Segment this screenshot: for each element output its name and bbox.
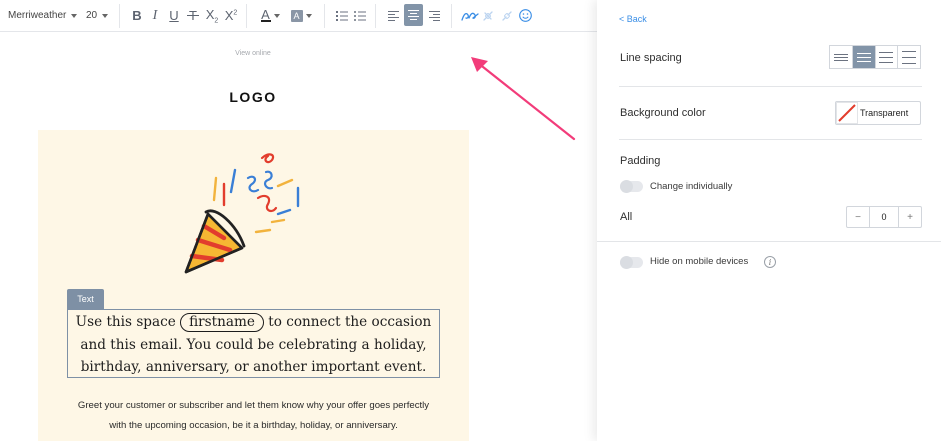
italic-icon: I xyxy=(152,7,158,23)
italic-button[interactable]: I xyxy=(147,0,163,31)
line-spacing-normal-icon xyxy=(856,52,871,62)
font-size-select[interactable]: 20 xyxy=(86,0,112,31)
party-popper-illustration xyxy=(184,153,300,274)
body-text-content: Greet your customer or subscriber and le… xyxy=(77,400,430,431)
highlight-color-button[interactable]: A xyxy=(289,0,313,31)
hide-mobile-label: Hide on mobile devices xyxy=(650,256,749,267)
back-link[interactable]: < Back xyxy=(619,14,647,24)
background-color-label: Background color xyxy=(620,107,706,119)
line-spacing-label: Line spacing xyxy=(620,52,682,64)
text-color-button[interactable]: A xyxy=(258,0,282,31)
bold-icon: B xyxy=(132,8,142,23)
strikethrough-button[interactable]: T xyxy=(185,0,201,31)
panel-divider xyxy=(619,86,922,87)
change-individually-label: Change individually xyxy=(650,181,733,192)
line-spacing-compact-icon xyxy=(833,53,848,61)
font-family-value: Merriweather xyxy=(8,10,67,21)
padding-label: Padding xyxy=(620,155,661,167)
superscript-mark: 2 xyxy=(233,9,238,17)
caret-down-icon xyxy=(273,13,280,18)
highlight-color-letter: A xyxy=(293,10,300,21)
align-right-button[interactable] xyxy=(426,0,442,31)
text-block-tag[interactable]: Text xyxy=(67,289,104,309)
unlink-icon xyxy=(502,10,512,21)
toolbar-divider xyxy=(246,4,247,28)
background-color-picker[interactable]: Transparent xyxy=(835,101,921,125)
main-text[interactable]: Use this space firstname to connect the … xyxy=(68,310,439,379)
padding-all-label: All xyxy=(620,211,633,223)
line-spacing-relaxed-icon xyxy=(879,51,894,63)
ordered-list-button[interactable] xyxy=(335,0,349,31)
email-logo[interactable]: LOGO xyxy=(0,89,506,105)
align-center-button[interactable] xyxy=(404,4,423,26)
superscript-button[interactable]: X2 xyxy=(222,0,240,31)
ordered-list-icon xyxy=(336,10,348,21)
panel-divider xyxy=(619,139,922,140)
line-spacing-loose-icon xyxy=(902,50,917,64)
background-color-value: Transparent xyxy=(860,108,909,118)
selected-text-block[interactable]: Use this space firstname to connect the … xyxy=(67,309,440,378)
body-text[interactable]: Greet your customer or subscriber and le… xyxy=(38,396,469,436)
unlink-button[interactable] xyxy=(481,0,495,31)
line-spacing-loose[interactable] xyxy=(898,46,920,68)
info-icon[interactable]: i xyxy=(764,256,776,268)
bold-button[interactable]: B xyxy=(129,0,145,31)
padding-stepper: − 0 + xyxy=(846,206,922,228)
line-spacing-normal[interactable] xyxy=(852,46,876,68)
text-color-icon: A xyxy=(260,7,271,22)
font-family-select[interactable]: Merriweather xyxy=(8,0,80,31)
unlink-icon xyxy=(483,10,493,21)
caret-down-icon xyxy=(71,13,78,18)
subscript-icon: X2 xyxy=(206,7,219,25)
line-spacing-options xyxy=(829,45,921,69)
caret-down-icon xyxy=(102,13,109,18)
text-color-letter: A xyxy=(261,7,270,22)
remove-link-button[interactable] xyxy=(500,0,514,31)
toolbar-divider xyxy=(451,4,452,28)
caret-down-icon xyxy=(305,13,312,18)
underline-icon: U xyxy=(169,8,179,23)
toolbar-divider xyxy=(119,4,120,28)
view-online-link[interactable]: View online xyxy=(0,50,506,57)
change-individually-toggle[interactable] xyxy=(620,180,643,193)
panel-divider xyxy=(597,241,941,242)
padding-decrease-button[interactable]: − xyxy=(847,207,869,227)
hide-mobile-toggle[interactable] xyxy=(620,256,643,269)
link-button[interactable] xyxy=(461,0,479,31)
underline-button[interactable]: U xyxy=(166,0,182,31)
emoji-icon xyxy=(519,9,532,22)
unordered-list-button[interactable] xyxy=(353,0,367,31)
line-spacing-relaxed[interactable] xyxy=(876,46,899,68)
align-right-icon xyxy=(428,10,440,21)
unordered-list-icon xyxy=(354,10,366,21)
superscript-icon: X2 xyxy=(225,8,238,23)
padding-value-input[interactable]: 0 xyxy=(869,207,899,227)
highlight-color-icon: A xyxy=(290,9,303,22)
merge-tag-firstname[interactable]: firstname xyxy=(180,313,264,332)
email-content-block[interactable]: Text Use this space firstname to connect… xyxy=(38,130,469,441)
email-canvas: View online LOGO Text Use this space fir… xyxy=(0,33,597,441)
editor-toolbar: Merriweather 20 B I U T X2 X2 A A xyxy=(0,0,597,32)
main-text-start: Use this space xyxy=(75,314,176,330)
subscript-mark: 2 xyxy=(214,17,219,25)
transparent-swatch-icon xyxy=(836,102,858,124)
align-left-icon xyxy=(387,10,399,21)
strikethrough-icon: T xyxy=(187,8,199,23)
align-center-icon xyxy=(408,10,419,20)
subscript-button[interactable]: X2 xyxy=(203,0,221,31)
toolbar-divider xyxy=(324,4,325,28)
align-left-button[interactable] xyxy=(385,0,401,31)
emoji-button[interactable] xyxy=(518,0,533,31)
link-icon xyxy=(461,12,479,21)
settings-panel: < Back Line spacing Background color Tra… xyxy=(597,0,941,441)
padding-increase-button[interactable]: + xyxy=(899,207,921,227)
toolbar-divider xyxy=(375,4,376,28)
font-size-value: 20 xyxy=(86,10,98,21)
line-spacing-compact[interactable] xyxy=(830,46,853,68)
